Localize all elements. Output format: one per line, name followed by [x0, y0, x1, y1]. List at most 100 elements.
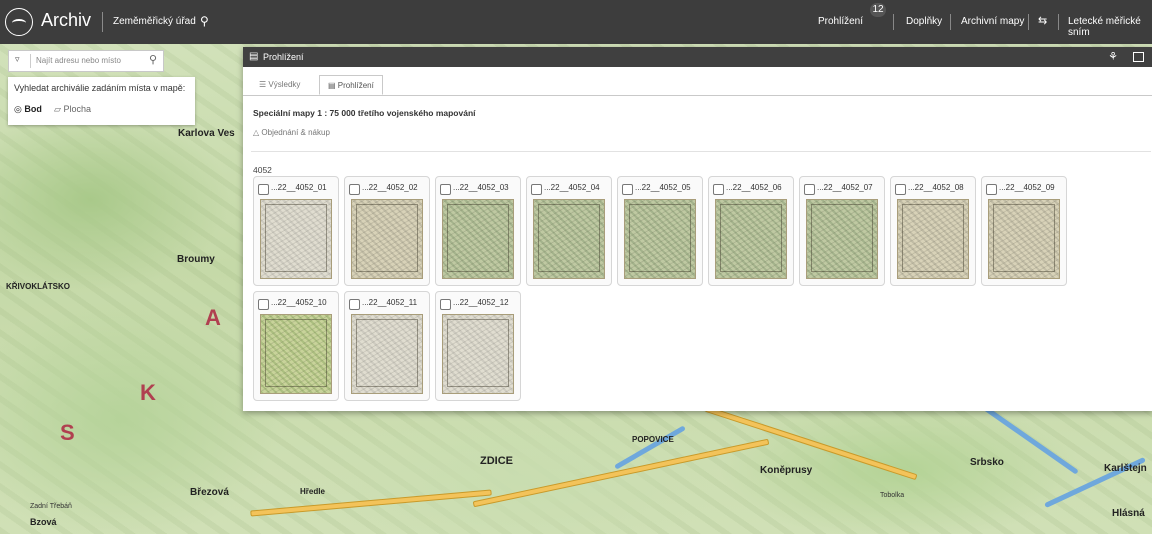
window-header[interactable]: ▤ Prohlížení ⚘	[243, 47, 1152, 67]
sheet-name: ...22__4052_03	[453, 183, 509, 192]
search-icon[interactable]: ⚲	[149, 53, 157, 66]
map-sheet-thumbnail[interactable]	[351, 314, 423, 394]
sheet-name: ...22__4052_04	[544, 183, 600, 192]
nav-letecke-snimky[interactable]: Letecké měřické sním	[1068, 16, 1152, 38]
option-bod-label: Bod	[24, 104, 42, 114]
map-label: Bzová	[30, 517, 57, 527]
select-checkbox[interactable]	[804, 184, 815, 195]
divider	[893, 14, 894, 30]
maximize-icon[interactable]	[1133, 52, 1144, 62]
map-sheet-card[interactable]: ...22__4052_12	[435, 291, 521, 401]
map-sheet-card[interactable]: ...22__4052_09	[981, 176, 1067, 286]
map-sheet-thumbnail[interactable]	[715, 199, 787, 279]
map-sheet-card[interactable]: ...22__4052_10	[253, 291, 339, 401]
viewer-icon: ▤	[249, 51, 259, 62]
tab-prohlizeni[interactable]: ▤ Prohlížení	[319, 75, 383, 95]
map-label: Karlštejn	[1104, 463, 1147, 474]
map-sheet-thumbnail[interactable]	[351, 199, 423, 279]
select-checkbox[interactable]	[349, 184, 360, 195]
map-sheet-thumbnail[interactable]	[897, 199, 969, 279]
tab-label: Výsledky	[268, 80, 301, 89]
sheet-name: ...22__4052_01	[271, 183, 327, 192]
divider	[1058, 14, 1059, 30]
map-label-large: K	[140, 380, 156, 405]
map-sheet-card[interactable]: ...22__4052_03	[435, 176, 521, 286]
map-sheet-thumbnail[interactable]	[442, 314, 514, 394]
group-label: 4052	[253, 165, 272, 175]
map-sheet-card[interactable]: ...22__4052_08	[890, 176, 976, 286]
prohlizeni-count-badge: 12	[870, 3, 886, 17]
location-pin-icon[interactable]: ⚲	[200, 14, 209, 28]
option-bod[interactable]: ◎ Bod	[14, 104, 42, 115]
divider	[251, 151, 1151, 152]
map-label: Hlásná	[1112, 508, 1145, 519]
cart-icon: △	[253, 128, 260, 137]
nav-archivni-mapy[interactable]: Archivní mapy	[961, 16, 1024, 27]
map-sheet-card[interactable]: ...22__4052_01	[253, 176, 339, 286]
map-label: Koněprusy	[760, 465, 813, 476]
tab-label: Prohlížení	[337, 81, 374, 90]
select-checkbox[interactable]	[895, 184, 906, 195]
select-checkbox[interactable]	[531, 184, 542, 195]
divider	[30, 54, 31, 68]
order-link[interactable]: △ Objednání & nákup	[253, 128, 330, 137]
search-input[interactable]: Najít adresu nebo místo	[36, 56, 121, 65]
select-checkbox[interactable]	[986, 184, 997, 195]
map-sheet-thumbnail[interactable]	[988, 199, 1060, 279]
chevron-down-icon[interactable]: ▿	[15, 54, 20, 65]
select-checkbox[interactable]	[440, 184, 451, 195]
map-label-large: S	[60, 420, 75, 445]
window-title: Prohlížení	[263, 52, 304, 62]
sheet-name: ...22__4052_07	[817, 183, 873, 192]
map-label: ZDICE	[480, 455, 513, 467]
app-title[interactable]: Archiv	[41, 10, 91, 31]
map-sheet-thumbnail[interactable]	[806, 199, 878, 279]
point-icon: ◎	[14, 104, 22, 114]
tab-vysledky[interactable]: ☰ Výsledky	[251, 75, 308, 95]
map-sheet-card[interactable]: ...22__4052_02	[344, 176, 430, 286]
bug-icon[interactable]: ⚘	[1108, 50, 1118, 63]
nav-doplnky[interactable]: Doplňky	[906, 16, 942, 27]
select-checkbox[interactable]	[440, 299, 451, 310]
select-checkbox[interactable]	[349, 299, 360, 310]
map-sheet-card[interactable]: ...22__4052_11	[344, 291, 430, 401]
map-sheet-thumbnail[interactable]	[260, 314, 332, 394]
sheet-name: ...22__4052_09	[999, 183, 1055, 192]
map-label: POPOVICE	[632, 435, 674, 444]
map-label: Broumy	[177, 254, 215, 265]
map-label: Zadní Třebáň	[30, 503, 72, 510]
polygon-icon: ▱	[54, 104, 61, 114]
option-plocha-label: Plocha	[63, 104, 91, 114]
map-sheet-card[interactable]: ...22__4052_05	[617, 176, 703, 286]
divider	[950, 14, 951, 30]
map-sheet-thumbnail[interactable]	[533, 199, 605, 279]
map-label: Tobolka	[880, 492, 905, 499]
map-sheet-card[interactable]: ...22__4052_04	[526, 176, 612, 286]
map-label: Karlova Ves	[178, 128, 235, 139]
map-label-large: A	[205, 305, 221, 330]
organization-name: Zeměměřický úřad	[113, 16, 196, 27]
option-plocha[interactable]: ▱ Plocha	[54, 104, 91, 115]
select-checkbox[interactable]	[258, 299, 269, 310]
map-sheet-card[interactable]: ...22__4052_07	[799, 176, 885, 286]
swap-icon[interactable]: ⇆	[1038, 14, 1047, 27]
panel-title: Vyhledat archiválie zadáním místa v mapě…	[14, 83, 186, 93]
map-label: Srbsko	[970, 457, 1004, 468]
logo-icon[interactable]	[5, 8, 33, 36]
map-label: KŘIVOKLÁTSKO	[6, 282, 70, 291]
list-icon: ☰	[259, 80, 267, 89]
sheet-name: ...22__4052_10	[271, 298, 327, 307]
map-sheet-thumbnail[interactable]	[442, 199, 514, 279]
top-bar: Archiv Zeměměřický úřad ⚲ Prohlížení 12 …	[0, 0, 1152, 44]
map-label: Hředle	[300, 487, 325, 496]
search-box[interactable]: ▿ Najít adresu nebo místo ⚲	[8, 50, 164, 72]
map-sheet-card[interactable]: ...22__4052_06	[708, 176, 794, 286]
order-link-label: Objednání & nákup	[261, 128, 330, 137]
nav-prohlizeni[interactable]: Prohlížení	[818, 16, 863, 27]
select-checkbox[interactable]	[622, 184, 633, 195]
map-sheet-thumbnail[interactable]	[624, 199, 696, 279]
sheet-name: ...22__4052_11	[362, 298, 418, 307]
select-checkbox[interactable]	[713, 184, 724, 195]
select-checkbox[interactable]	[258, 184, 269, 195]
map-sheet-thumbnail[interactable]	[260, 199, 332, 279]
